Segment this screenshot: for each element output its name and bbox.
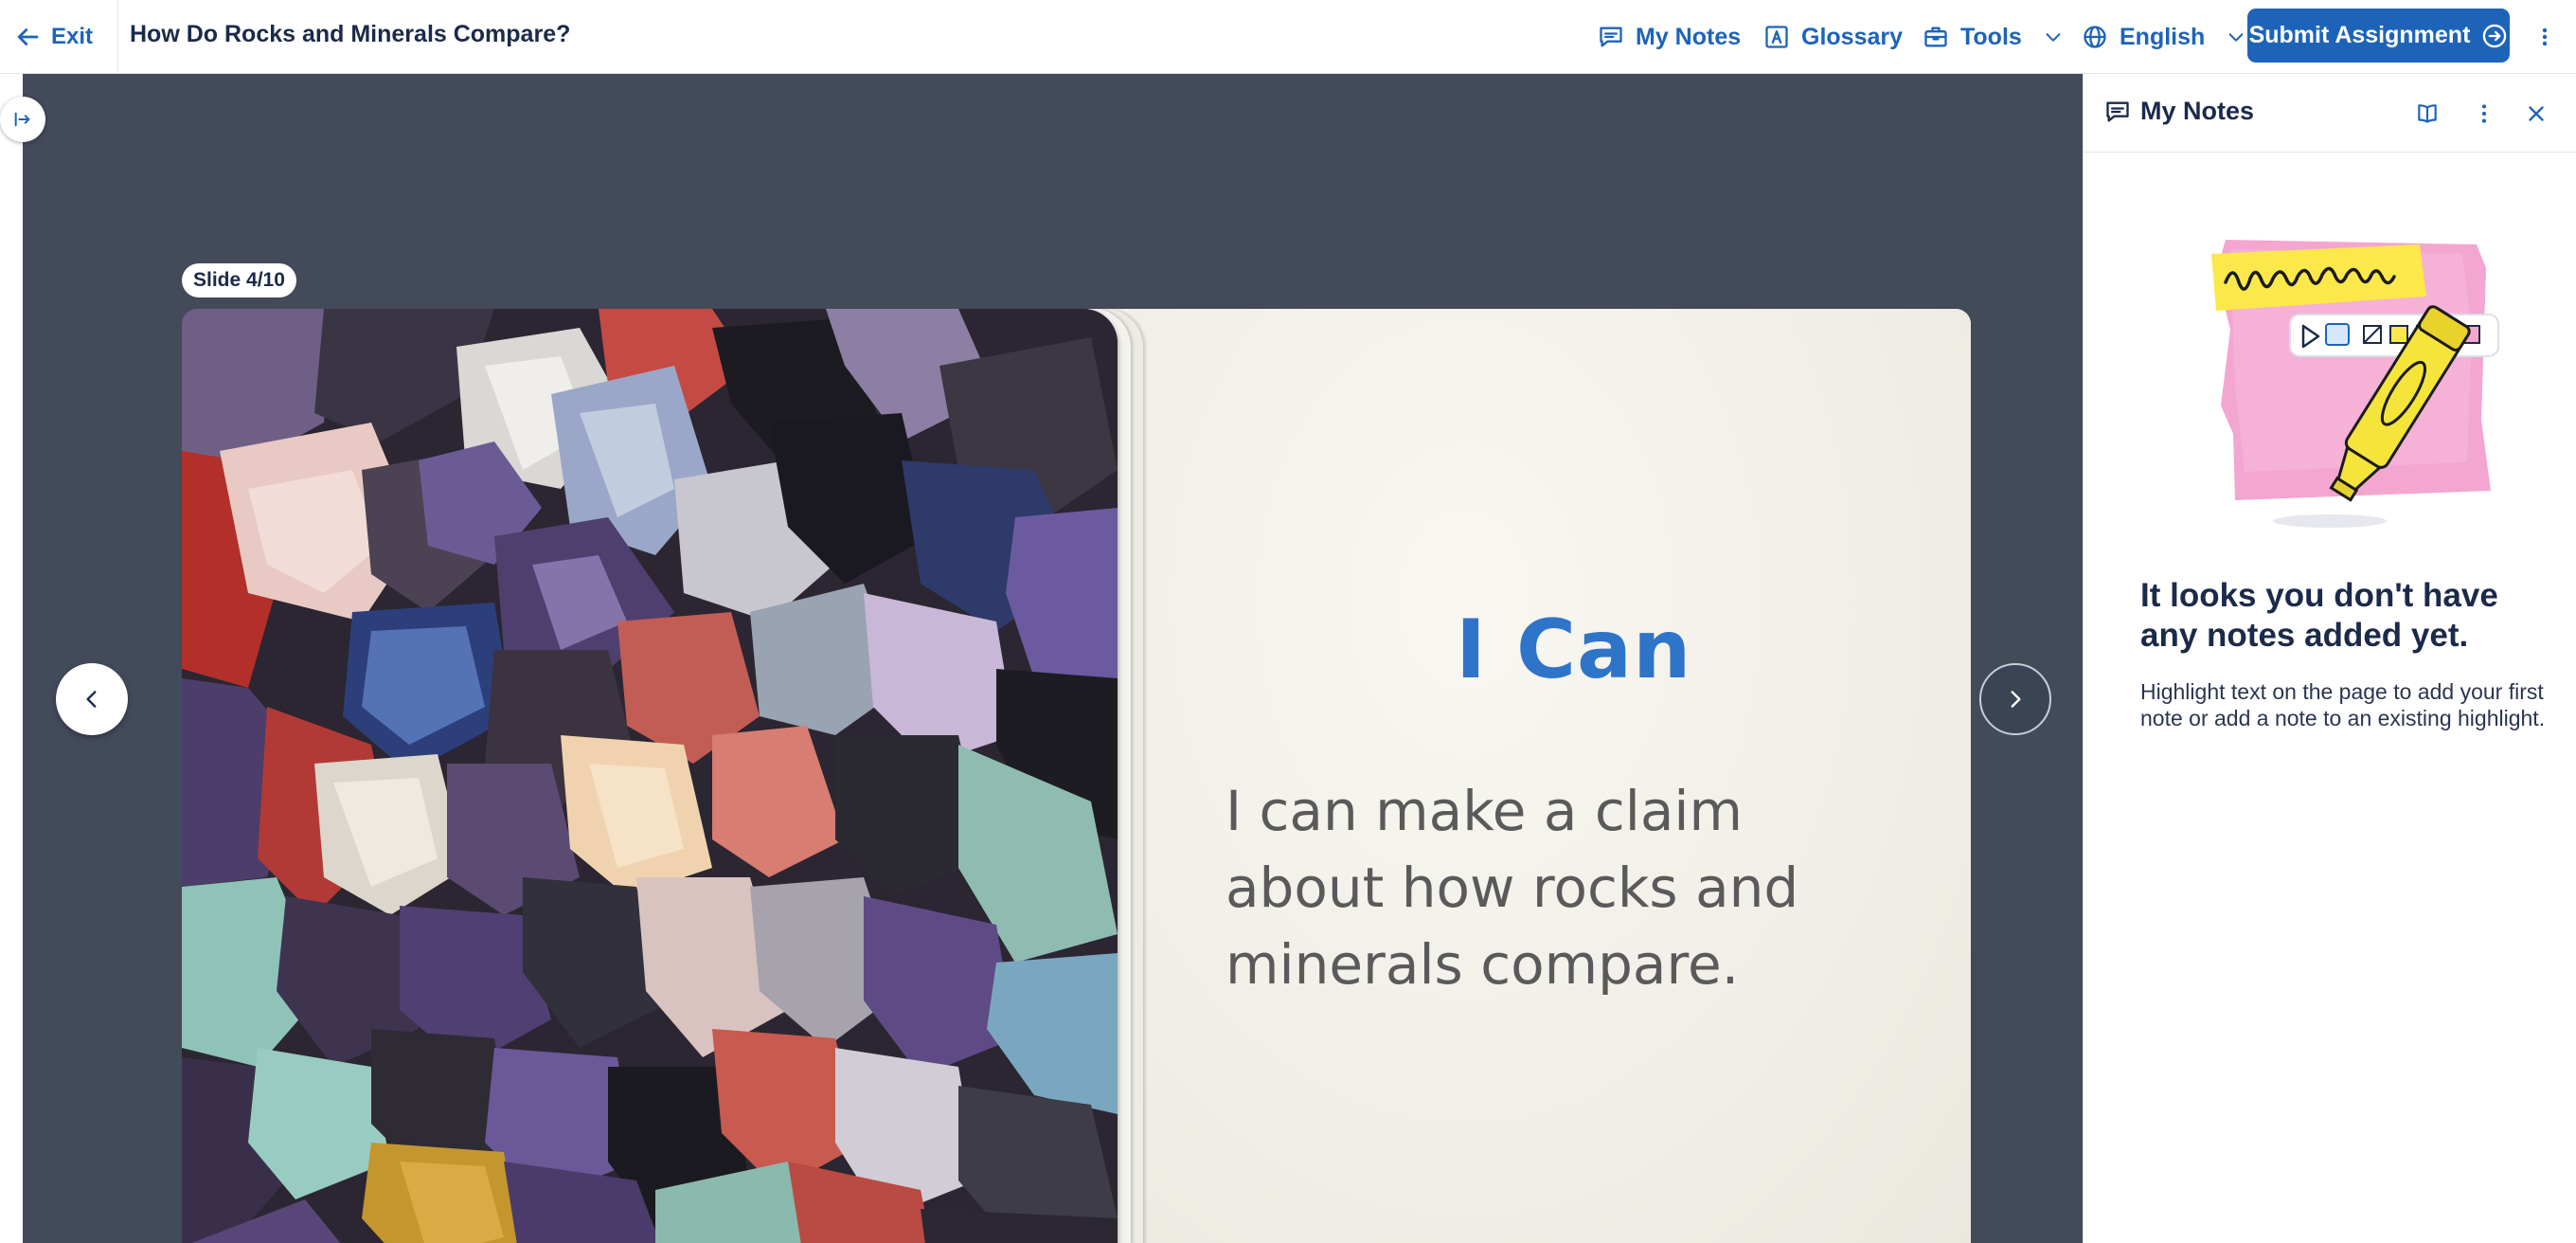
glossary-book-icon: [1765, 26, 1788, 48]
book-open-icon: [2418, 104, 2437, 123]
kebab-icon: [2481, 104, 2487, 123]
notes-book-view-button[interactable]: [2408, 95, 2446, 133]
tools-menu-button[interactable]: Tools: [1923, 17, 2064, 57]
notes-panel: My Notes It looks you don't have any not…: [2083, 74, 2576, 1243]
chevron-right-icon: [2011, 691, 2021, 708]
page-title: How Do Rocks and Minerals Compare?: [130, 21, 571, 47]
arrow-left-icon: [17, 28, 39, 45]
slide-stage: Slide 4/10 I Can I can make a claim abou…: [23, 74, 2083, 1243]
chevron-left-icon: [86, 691, 97, 708]
next-slide-button[interactable]: [1979, 663, 2051, 735]
exit-button[interactable]: Exit: [13, 17, 93, 57]
submit-label: Submit Assignment: [2248, 22, 2471, 48]
my-notes-label: My Notes: [1636, 23, 1742, 50]
notes-empty-illustration: [2178, 216, 2500, 538]
speech-bubble-icon: [1600, 27, 1622, 47]
toolbox-icon: [1924, 27, 1947, 47]
more-options-button[interactable]: [2531, 19, 2559, 55]
glossary-label: Glossary: [1801, 23, 1904, 50]
arrow-circle-right-icon: [2483, 24, 2507, 47]
previous-slide-button[interactable]: [56, 663, 128, 735]
slide-body-text[interactable]: I can make a claim about how rocks and m…: [1225, 773, 1907, 1003]
close-icon: [2529, 106, 2544, 121]
chevron-down-icon: [2228, 33, 2244, 42]
slide-heading: I Can: [1456, 603, 1692, 697]
language-select[interactable]: English: [2082, 17, 2246, 57]
slide-counter-badge: Slide 4/10: [182, 263, 296, 297]
notes-panel-header: My Notes: [2084, 74, 2576, 153]
rocks-and-minerals-photo: [182, 309, 1118, 1243]
empty-notes-title: It looks you don't have any notes added …: [2140, 577, 2498, 654]
my-notes-button[interactable]: My Notes: [1598, 17, 1741, 57]
language-label: English: [2120, 23, 2206, 50]
top-bar: Exit How Do Rocks and Minerals Compare? …: [0, 0, 2576, 74]
exit-label: Exit: [51, 24, 94, 49]
slide: I Can I can make a claim about how rocks…: [182, 309, 1971, 1243]
chevron-down-icon: [2046, 33, 2061, 42]
empty-notes-description: Highlight text on the page to add your f…: [2140, 679, 2546, 730]
expand-arrow-icon: [14, 112, 30, 127]
submit-assignment-button[interactable]: Submit Assignment: [2247, 9, 2510, 63]
globe-icon: [2084, 26, 2106, 48]
header-divider: [117, 0, 118, 74]
close-notes-button[interactable]: [2517, 95, 2555, 133]
notes-more-options-button[interactable]: [2465, 95, 2503, 133]
expand-sidebar-button[interactable]: [0, 97, 45, 142]
speech-bubble-icon: [2106, 101, 2129, 122]
tools-label: Tools: [1960, 23, 2022, 50]
notes-panel-title: My Notes: [2140, 97, 2255, 125]
kebab-icon: [2542, 27, 2548, 46]
left-rail: [0, 74, 23, 1243]
glossary-button[interactable]: Glossary: [1763, 17, 1903, 57]
